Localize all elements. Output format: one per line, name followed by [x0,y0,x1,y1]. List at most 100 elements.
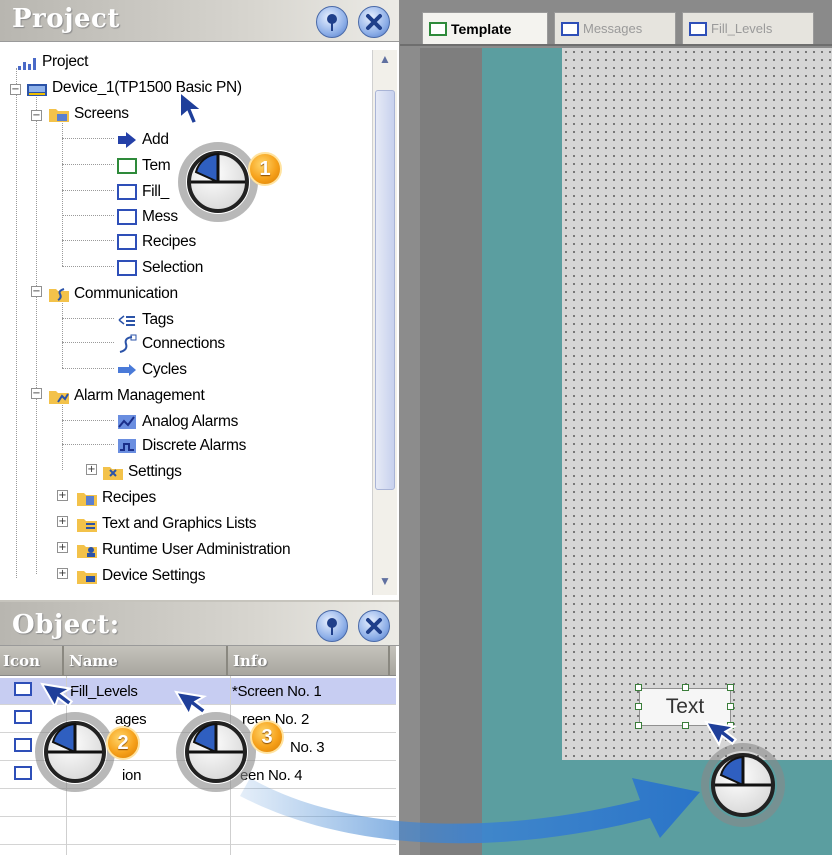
table-row[interactable] [0,790,396,817]
row-info: *Screen No. 1 [232,683,322,700]
collapse-alarm-toggle[interactable]: − [31,388,42,399]
resize-handle[interactable] [635,684,642,691]
tree-item-label: Cycles [142,361,187,378]
folder-recipes-icon [76,488,98,508]
screen-icon [14,734,32,761]
tree-item-device[interactable]: Device_1(TP1500 Basic PN) [26,76,242,100]
tree-item-analog-alarms[interactable]: Analog Alarms [116,410,238,434]
object-panel-title: Object: [12,610,120,640]
tree-item-recipes-screen[interactable]: Recipes [116,230,196,254]
close-icon[interactable] [358,610,390,642]
tree-item-label: Device_1(TP1500 Basic PN) [52,79,242,96]
folder-lists-icon [76,514,98,534]
tree-item-recipes[interactable]: Recipes [76,486,156,510]
tree-item-label: Connections [142,335,225,352]
tree-item-label: Settings [128,463,182,480]
work-area-grid[interactable] [562,48,832,760]
folder-communication-icon [48,284,70,304]
table-row[interactable] [0,818,396,845]
tab-fill-levels[interactable]: Fill_Levels [682,12,814,44]
tags-icon [116,310,138,330]
discrete-alarms-icon [116,436,138,456]
row-name: Fill_Levels [70,683,138,700]
screen-editor: Template Messages Fill_Levels [400,0,832,855]
screen-icon [116,207,138,227]
screen-icon [14,706,32,733]
editor-tabbar: Template Messages Fill_Levels [400,0,832,46]
resize-handle[interactable] [727,722,734,729]
collapse-screens-toggle[interactable]: − [31,110,42,121]
expand-recipes-toggle[interactable]: + [57,490,68,501]
tree-item-alarm-management[interactable]: Alarm Management [48,384,205,408]
screen-template-icon [116,156,138,176]
table-row[interactable]: ion een No. 4 [0,762,396,789]
resize-handle[interactable] [635,703,642,710]
scrollbar-thumb[interactable] [375,90,395,490]
project-tree-scrollbar[interactable]: ▲ ▼ [372,50,397,595]
screen-icon [14,678,32,705]
collapse-communication-toggle[interactable]: − [31,286,42,297]
screen-icon [116,232,138,252]
screen-icon [14,762,32,789]
expand-device-settings-toggle[interactable]: + [57,568,68,579]
pin-icon[interactable] [316,610,348,642]
tree-item-label: Runtime User Administration [102,541,291,558]
tree-item-messages[interactable]: Mess [116,205,178,229]
tab-messages[interactable]: Messages [554,12,676,44]
pin-icon[interactable] [316,6,348,38]
project-panel: Project − − − − + + + + + Project Device… [0,0,400,600]
tab-template[interactable]: Template [422,12,548,44]
scroll-down-icon[interactable]: ▼ [375,574,395,592]
tree-item-tags[interactable]: Tags [116,308,174,332]
tree-item-discrete-alarms[interactable]: Discrete Alarms [116,434,246,458]
table-row[interactable]: Fill_Levels *Screen No. 1 [0,678,396,705]
device-icon [26,78,48,98]
table-row[interactable]: ages reen No. 2 [0,706,396,733]
resize-handle[interactable] [635,722,642,729]
expand-lists-toggle[interactable]: + [57,516,68,527]
resize-handle[interactable] [682,722,689,729]
screen-icon [561,21,579,36]
close-icon[interactable] [358,6,390,38]
table-row[interactable]: No. 3 [0,734,396,761]
connections-icon [116,334,138,354]
column-name[interactable]: Name [66,646,228,676]
resize-handle[interactable] [727,684,734,691]
tree-item-label: Recipes [102,489,156,506]
tree-item-device-settings[interactable]: Device Settings [76,564,206,588]
column-info[interactable]: Info [230,646,390,676]
tree-item-text-graphics-lists[interactable]: Text and Graphics Lists [76,512,257,536]
column-icon[interactable]: Icon [0,646,64,676]
screen-template-icon [429,21,447,36]
text-field-object[interactable]: Text [639,688,731,726]
tree-item-selection[interactable]: Selection [116,256,203,280]
tree-item-fill-levels[interactable]: Fill_ [116,180,169,204]
tree-item-label: Communication [74,285,178,302]
tab-label: Fill_Levels [711,21,773,36]
tab-label: Template [451,20,512,37]
row-name: ion [122,767,142,784]
step-badge-2: 2 [106,726,140,760]
resize-handle[interactable] [727,703,734,710]
expand-users-toggle[interactable]: + [57,542,68,553]
resize-handle[interactable] [682,684,689,691]
expand-settings-toggle[interactable]: + [86,464,97,475]
tree-item-template[interactable]: Tem [116,154,171,178]
tree-item-label: Project [42,53,89,70]
tree-item-add-screen[interactable]: Add [116,128,169,152]
tree-item-label: Screens [74,105,129,122]
project-icon [16,52,38,72]
tree-item-project[interactable]: Project [16,50,88,74]
collapse-device-toggle[interactable]: − [10,84,21,95]
project-panel-title: Project [12,4,120,34]
scroll-up-icon[interactable]: ▲ [375,52,395,70]
tree-item-communication[interactable]: Communication [48,282,178,306]
tree-item-settings[interactable]: Settings [102,460,182,484]
tree-item-cycles[interactable]: Cycles [116,358,187,382]
screen-icon [116,258,138,278]
row-info: een No. 4 [240,767,303,784]
tree-item-screens[interactable]: Screens [48,102,129,126]
settings-icon [102,462,124,482]
tree-item-connections[interactable]: Connections [116,332,225,356]
tree-item-runtime-user-admin[interactable]: Runtime User Administration [76,538,291,562]
